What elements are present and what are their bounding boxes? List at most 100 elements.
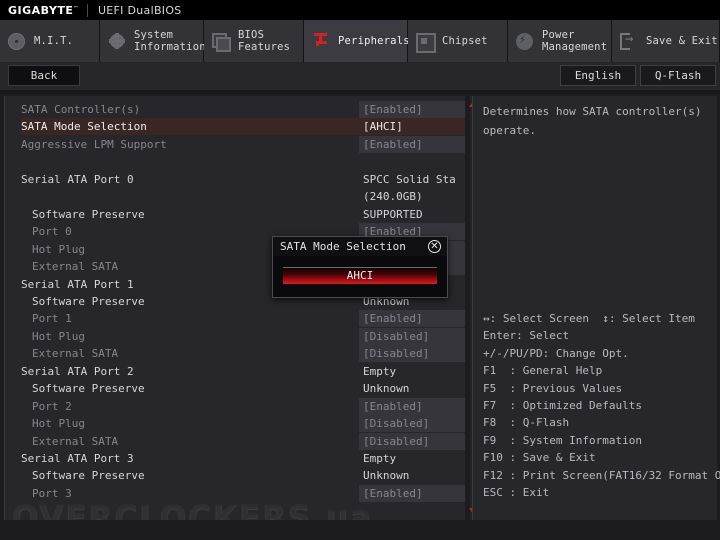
settings-row[interactable]: Hot Plug [Disabled]: [5, 415, 465, 433]
bios-chip-icon: [212, 31, 232, 52]
settings-row[interactable]: Hot Plug [Disabled]: [5, 327, 465, 345]
key-legend-list: ↔: Select Screen ↕: Select Item Enter: Se…: [483, 310, 720, 501]
setting-label: Serial ATA Port 0: [21, 172, 134, 186]
setting-value[interactable]: SPCC Solid Sta: [359, 171, 465, 188]
dialog-title-bar: SATA Mode Selection ✕: [273, 237, 447, 257]
chipset-icon: [416, 31, 436, 53]
brand-subtitle: UEFI DualBIOS: [97, 3, 182, 17]
setting-label: External SATA: [32, 260, 119, 273]
settings-row[interactable]: Port 1 [Enabled]: [5, 310, 465, 328]
setting-label: Hot Plug: [32, 329, 85, 343]
peripherals-icon: [312, 31, 332, 51]
setting-label: Serial ATA Port 3: [21, 452, 134, 465]
dialog-body: AHCI: [273, 256, 447, 297]
setting-value[interactable]: [AHCI]: [359, 118, 465, 136]
tab-save-and-exit-label: Save & Exit: [646, 35, 718, 47]
setting-value[interactable]: (240.0GB): [359, 188, 465, 205]
key-legend-item: ↔: Select Screen ↕: Select Item: [483, 312, 695, 325]
tab-peripherals-label: Peripherals: [338, 35, 410, 47]
back-button[interactable]: Back: [8, 65, 80, 86]
close-icon[interactable]: ✕: [428, 240, 441, 253]
key-legend-item: ESC : Exit: [483, 486, 550, 500]
disc-icon: [8, 31, 28, 51]
settings-row[interactable]: Software Preserve Unknown: [5, 467, 465, 484]
key-legend-item: F9 : System Information: [483, 433, 642, 447]
key-legend-item: Enter: Select: [483, 329, 570, 343]
settings-row[interactable]: [5, 153, 465, 170]
tab-chipset-label: Chipset: [442, 35, 488, 47]
setting-value[interactable]: Unknown: [359, 467, 465, 484]
settings-row-selected[interactable]: SATA Mode Selection [AHCI]: [5, 118, 465, 136]
bios-setup-screen: GIGABYTE™ UEFI DualBIOS M.I.T. System In…: [0, 0, 720, 540]
setting-label: Software Preserve: [32, 207, 145, 221]
setting-value[interactable]: Empty: [359, 450, 465, 467]
setting-label: Software Preserve: [32, 469, 145, 483]
settings-row[interactable]: Serial ATA Port 3 Empty: [5, 450, 465, 467]
help-description: Determines how SATA controller(s) operat…: [483, 105, 702, 137]
setting-value[interactable]: [Enabled]: [359, 135, 465, 153]
settings-row[interactable]: (240.0GB): [5, 188, 465, 205]
tab-system-information[interactable]: System Information: [100, 20, 206, 62]
brand-bar: GIGABYTE™ UEFI DualBIOS: [0, 0, 720, 20]
key-legend-item: F10 : Save & Exit: [483, 451, 596, 465]
settings-row[interactable]: SATA Controller(s) [Enabled]: [5, 101, 465, 118]
key-legend-item: +/-/PU/PD: Change Opt.: [483, 346, 629, 360]
sata-mode-selection-dialog: SATA Mode Selection ✕ AHCI: [272, 236, 448, 298]
dialog-title: SATA Mode Selection: [280, 240, 406, 253]
key-legend-item: F5 : Previous Values: [483, 381, 623, 395]
bottom-strip: [0, 520, 720, 540]
setting-label: Port 0: [32, 225, 72, 239]
tab-power-management[interactable]: Power Management: [508, 20, 612, 62]
setting-label: External SATA: [32, 434, 119, 448]
language-button[interactable]: English: [560, 65, 636, 86]
settings-row[interactable]: External SATA [Disabled]: [5, 345, 465, 363]
tab-mit[interactable]: M.I.T.: [0, 20, 100, 62]
tab-bios-features[interactable]: BIOS Features: [204, 20, 304, 62]
setting-label: Serial ATA Port 2: [21, 364, 134, 378]
qflash-button[interactable]: Q-Flash: [640, 65, 716, 86]
tab-system-information-label: System Information: [134, 29, 206, 53]
gigabyte-logo-text: GIGABYTE: [8, 3, 74, 17]
main-nav-tabs: M.I.T. System Information BIOS Features …: [0, 20, 720, 62]
trademark-symbol: ™: [73, 4, 79, 11]
settings-row[interactable]: Port 3 [Enabled]: [5, 484, 465, 502]
sub-toolbar: Back English Q-Flash: [0, 62, 720, 94]
setting-value[interactable]: [Enabled]: [359, 101, 465, 118]
gear-icon: [108, 31, 128, 51]
setting-label: Port 3: [32, 486, 72, 500]
setting-value[interactable]: Empty: [359, 363, 465, 380]
setting-label: Serial ATA Port 1: [21, 277, 134, 291]
settings-row[interactable]: Serial ATA Port 2 Empty: [5, 363, 465, 380]
setting-value[interactable]: [Enabled]: [359, 397, 465, 415]
setting-value[interactable]: [Disabled]: [359, 415, 465, 433]
settings-row[interactable]: Software Preserve Unknown: [5, 380, 465, 397]
tab-chipset[interactable]: Chipset: [408, 20, 508, 62]
setting-value[interactable]: [Enabled]: [359, 484, 465, 502]
settings-row[interactable]: Port 2 [Enabled]: [5, 397, 465, 415]
setting-label: Port 2: [32, 399, 72, 413]
brand-divider: [86, 3, 88, 17]
settings-list-panel: SATA Controller(s) [Enabled] SATA Mode Sel…: [4, 96, 465, 520]
settings-row[interactable]: Serial ATA Port 0 SPCC Solid Sta: [5, 171, 465, 188]
setting-label: SATA Controller(s): [21, 103, 141, 116]
settings-row[interactable]: Aggressive LPM Support [Enabled]: [5, 135, 465, 153]
setting-label: Software Preserve: [32, 294, 145, 308]
setting-label: Hot Plug: [32, 242, 85, 256]
setting-label: Port 1: [32, 312, 72, 326]
setting-value[interactable]: [Enabled]: [359, 310, 465, 328]
setting-label: SATA Mode Selection: [21, 120, 147, 134]
dialog-option-ahci[interactable]: AHCI: [283, 267, 437, 284]
tab-peripherals[interactable]: Peripherals: [304, 20, 410, 62]
setting-value[interactable]: [359, 153, 465, 170]
setting-value[interactable]: [Disabled]: [359, 432, 465, 450]
tab-save-and-exit[interactable]: Save & Exit: [612, 20, 720, 62]
settings-row[interactable]: Software Preserve SUPPORTED: [5, 206, 465, 223]
setting-label: External SATA: [32, 347, 119, 361]
settings-row[interactable]: External SATA [Disabled]: [5, 432, 465, 450]
setting-value[interactable]: Unknown: [359, 380, 465, 397]
tab-bios-features-label: BIOS Features: [238, 29, 291, 53]
setting-value[interactable]: [Disabled]: [359, 345, 465, 363]
setting-value[interactable]: SUPPORTED: [359, 206, 465, 223]
key-legend-item: F1 : General Help: [483, 364, 603, 378]
setting-value[interactable]: [Disabled]: [359, 327, 465, 345]
